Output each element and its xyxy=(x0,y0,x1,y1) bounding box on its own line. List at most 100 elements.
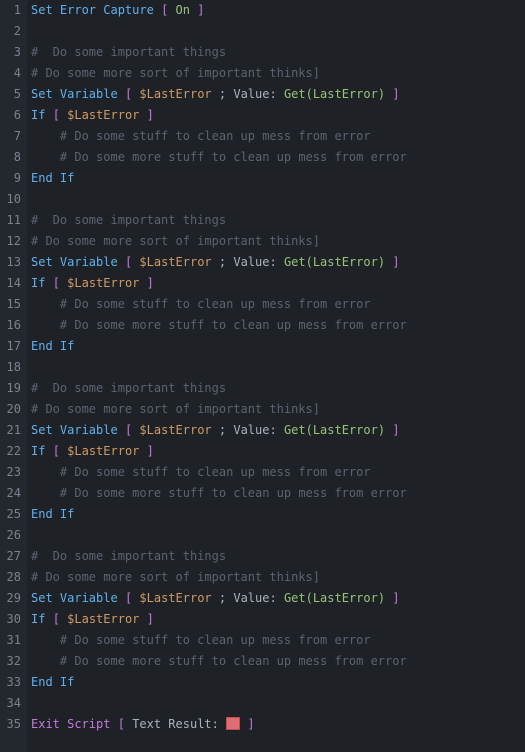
code-line[interactable]: Set Variable [ $LastError ; Value: Get(L… xyxy=(31,252,407,273)
line-number: 31 xyxy=(0,630,21,651)
token-cmd: Set Variable xyxy=(31,591,118,605)
token-comment: # Do some more sort of important thinks] xyxy=(31,570,320,584)
code-line[interactable]: # Do some important things xyxy=(31,210,407,231)
line-number: 11 xyxy=(0,210,21,231)
token-text xyxy=(118,423,125,437)
token-text: Value: xyxy=(233,591,276,605)
token-var: $LastError xyxy=(139,591,211,605)
code-line[interactable]: End If xyxy=(31,336,407,357)
token-comment: # Do some stuff to clean up mess from er… xyxy=(60,297,371,311)
line-number: 10 xyxy=(0,189,21,210)
code-line[interactable]: # Do some more stuff to clean up mess fr… xyxy=(31,483,407,504)
token-comment: # Do some important things xyxy=(31,381,226,395)
token-text: Value: xyxy=(233,255,276,269)
token-text: Value: xyxy=(233,423,276,437)
token-comment: # Do some more stuff to clean up mess fr… xyxy=(60,150,407,164)
code-line[interactable]: # Do some more sort of important thinks] xyxy=(31,63,407,84)
token-comment: # Do some more stuff to clean up mess fr… xyxy=(60,318,407,332)
token-text xyxy=(277,591,284,605)
token-value: On xyxy=(168,3,197,17)
line-number: 28 xyxy=(0,567,21,588)
line-number: 1 xyxy=(0,0,21,21)
token-text xyxy=(45,444,52,458)
line-number: 15 xyxy=(0,294,21,315)
token-cmd: Set Variable xyxy=(31,423,118,437)
token-punct: ] xyxy=(247,717,254,731)
token-text xyxy=(118,87,125,101)
line-number: 19 xyxy=(0,378,21,399)
code-line[interactable]: Set Error Capture [ On ] xyxy=(31,0,407,21)
code-line[interactable]: # Do some more sort of important thinks] xyxy=(31,567,407,588)
token-text: ; xyxy=(212,591,234,605)
line-number: 32 xyxy=(0,651,21,672)
code-line[interactable]: If [ $LastError ] xyxy=(31,105,407,126)
line-number: 17 xyxy=(0,336,21,357)
line-number: 18 xyxy=(0,357,21,378)
code-line[interactable]: # Do some more stuff to clean up mess fr… xyxy=(31,651,407,672)
token-value: Get(LastError) xyxy=(284,255,385,269)
line-number: 24 xyxy=(0,483,21,504)
code-line[interactable]: End If xyxy=(31,672,407,693)
code-line[interactable]: If [ $LastError ] xyxy=(31,273,407,294)
code-line[interactable]: Set Variable [ $LastError ; Value: Get(L… xyxy=(31,84,407,105)
token-punct: ] xyxy=(392,591,399,605)
line-number: 21 xyxy=(0,420,21,441)
token-comment: # Do some stuff to clean up mess from er… xyxy=(60,633,371,647)
token-keyword: End If xyxy=(31,339,74,353)
code-line[interactable] xyxy=(31,693,407,714)
code-area[interactable]: Set Error Capture [ On ] # Do some import… xyxy=(27,0,407,752)
code-line[interactable]: # Do some important things xyxy=(31,378,407,399)
token-comment: # Do some important things xyxy=(31,549,226,563)
token-punct: [ xyxy=(53,108,60,122)
code-line[interactable]: # Do some more stuff to clean up mess fr… xyxy=(31,147,407,168)
code-line[interactable]: # Do some stuff to clean up mess from er… xyxy=(31,462,407,483)
code-line[interactable] xyxy=(31,21,407,42)
token-punct: [ xyxy=(118,717,125,731)
token-text xyxy=(45,612,52,626)
code-line[interactable]: # Do some stuff to clean up mess from er… xyxy=(31,126,407,147)
token-text: ; xyxy=(212,255,234,269)
code-line[interactable]: # Do some important things xyxy=(31,42,407,63)
code-line[interactable]: Exit Script [ Text Result: ] xyxy=(31,714,407,735)
token-cmd: Set Variable xyxy=(31,255,118,269)
line-number: 9 xyxy=(0,168,21,189)
token-comment: # Do some more stuff to clean up mess fr… xyxy=(60,486,407,500)
code-line[interactable]: # Do some more sort of important thinks] xyxy=(31,231,407,252)
token-text xyxy=(139,444,146,458)
code-line[interactable]: End If xyxy=(31,504,407,525)
token-text xyxy=(139,108,146,122)
token-value: Get(LastError) xyxy=(284,87,385,101)
code-line[interactable] xyxy=(31,357,407,378)
code-line[interactable]: If [ $LastError ] xyxy=(31,609,407,630)
token-keyword: If xyxy=(31,612,45,626)
token-var: $LastError xyxy=(67,444,139,458)
token-comment: # Do some stuff to clean up mess from er… xyxy=(60,129,371,143)
code-line[interactable]: # Do some more stuff to clean up mess fr… xyxy=(31,315,407,336)
line-number: 6 xyxy=(0,105,21,126)
token-punct: ] xyxy=(147,276,154,290)
code-line[interactable]: # Do some more sort of important thinks] xyxy=(31,399,407,420)
token-var: $LastError xyxy=(67,612,139,626)
code-line[interactable]: Set Variable [ $LastError ; Value: Get(L… xyxy=(31,420,407,441)
token-text: ; xyxy=(212,423,234,437)
line-number: 13 xyxy=(0,252,21,273)
line-number: 34 xyxy=(0,693,21,714)
code-line[interactable] xyxy=(31,189,407,210)
code-line[interactable]: # Do some stuff to clean up mess from er… xyxy=(31,630,407,651)
token-text: Value: xyxy=(233,87,276,101)
token-keyword: End If xyxy=(31,507,74,521)
code-line[interactable] xyxy=(31,525,407,546)
line-number: 27 xyxy=(0,546,21,567)
token-text xyxy=(277,423,284,437)
code-line[interactable]: # Do some important things xyxy=(31,546,407,567)
code-line[interactable]: If [ $LastError ] xyxy=(31,441,407,462)
line-number: 29 xyxy=(0,588,21,609)
token-text xyxy=(139,276,146,290)
code-line[interactable]: # Do some stuff to clean up mess from er… xyxy=(31,294,407,315)
token-comment: # Do some more sort of important thinks] xyxy=(31,66,320,80)
line-number: 33 xyxy=(0,672,21,693)
token-var: $LastError xyxy=(139,423,211,437)
code-line[interactable]: End If xyxy=(31,168,407,189)
code-line[interactable]: Set Variable [ $LastError ; Value: Get(L… xyxy=(31,588,407,609)
token-punct: ] xyxy=(392,255,399,269)
